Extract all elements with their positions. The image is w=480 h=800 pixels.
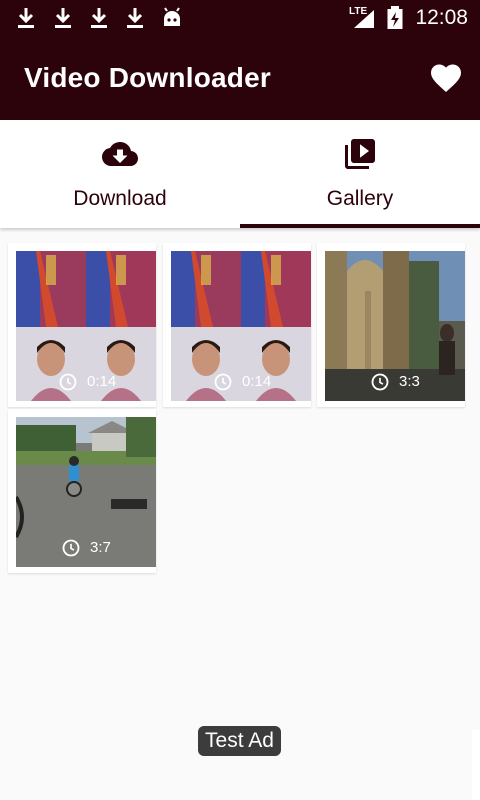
status-bar: LTE 12:08	[0, 0, 480, 36]
clock-icon	[59, 373, 77, 391]
duration-text: 0:14	[87, 373, 117, 390]
android-icon	[164, 7, 180, 26]
download-icon	[18, 8, 34, 28]
gallery-item[interactable]: 3:7	[8, 409, 156, 573]
duration-badge: 0:14	[16, 371, 156, 393]
app-bar: Video Downloader	[0, 36, 480, 120]
duration-text: 3:7	[90, 539, 111, 556]
gallery-item[interactable]: 3:3	[317, 243, 465, 407]
download-icon	[127, 8, 143, 28]
clock-icon	[214, 373, 232, 391]
gallery-item[interactable]: 0:14	[8, 243, 156, 407]
download-icon	[91, 8, 107, 28]
tab-gallery-label: Gallery	[326, 187, 394, 210]
cloud-download-icon	[102, 142, 138, 166]
video-thumbnail: 0:14	[171, 251, 311, 401]
video-thumbnail: 3:3	[325, 251, 465, 401]
duration-badge: 3:3	[325, 371, 465, 393]
heart-icon	[431, 64, 461, 92]
battery-charging-icon	[387, 6, 403, 29]
app-title: Video Downloader	[24, 62, 271, 93]
clock-icon	[62, 539, 80, 557]
duration-badge: 0:14	[171, 371, 311, 393]
download-icon	[55, 8, 71, 28]
tab-bar: Download Gallery	[0, 120, 480, 228]
gallery-grid: 0:14 0:14 3:3 3:7	[8, 243, 472, 575]
gallery-item[interactable]: 0:14	[163, 243, 311, 407]
favorites-button[interactable]	[428, 60, 464, 96]
video-thumbnail: 3:7	[16, 417, 156, 567]
duration-badge: 3:7	[16, 537, 156, 559]
video-library-icon	[345, 139, 375, 169]
tab-gallery[interactable]: Gallery	[240, 120, 480, 228]
clock-icon	[371, 373, 389, 391]
tab-selected-indicator	[240, 224, 480, 228]
signal-icon	[354, 10, 374, 28]
ad-banner-edge	[472, 730, 480, 800]
duration-text: 3:3	[399, 373, 420, 390]
duration-text: 0:14	[242, 373, 272, 390]
status-time: 12:08	[415, 6, 468, 29]
tab-download[interactable]: Download	[0, 120, 240, 228]
test-ad-label[interactable]: Test Ad	[198, 726, 281, 756]
video-thumbnail: 0:14	[16, 251, 156, 401]
tab-download-label: Download	[73, 187, 167, 210]
